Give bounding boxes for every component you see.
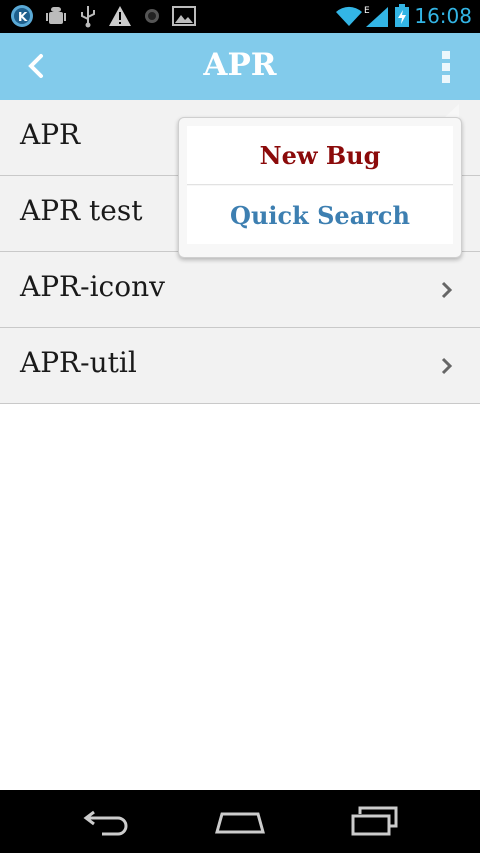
action-bar: APR [0, 33, 480, 100]
page-title: APR [203, 47, 277, 83]
quick-search-menu-item[interactable]: Quick Search [187, 186, 453, 244]
back-icon [83, 810, 128, 836]
battery-charging-icon [394, 4, 410, 27]
popup-menu: New Bug Quick Search [178, 117, 462, 258]
navigation-bar [0, 790, 480, 853]
list-item-label: APR-iconv [20, 270, 165, 303]
list-item[interactable]: APR-util [0, 328, 480, 404]
nav-recent-apps-button[interactable] [350, 806, 400, 836]
warning-icon [108, 5, 132, 27]
popup-tail [444, 104, 459, 118]
chevron-right-icon [441, 357, 453, 375]
list-item[interactable]: APR-iconv [0, 252, 480, 328]
wifi-icon [335, 5, 363, 27]
android-debug-icon [44, 5, 68, 27]
record-icon [143, 5, 161, 27]
network-type-label: E [364, 6, 370, 16]
k-app-icon: K [10, 5, 34, 27]
recent-apps-icon [351, 806, 398, 836]
signal-icon: E [364, 5, 390, 27]
list-item-label: APR-util [20, 346, 137, 379]
image-icon [172, 5, 196, 27]
nav-home-button[interactable] [214, 806, 266, 836]
status-time: 16:08 [414, 4, 472, 28]
chevron-right-icon [441, 281, 453, 299]
home-icon [215, 812, 265, 834]
list-item-label: APR test [20, 194, 143, 227]
list-item-label: APR [20, 118, 81, 151]
overflow-dot [442, 75, 450, 83]
new-bug-menu-item[interactable]: New Bug [187, 126, 453, 185]
overflow-dot [442, 63, 450, 71]
svg-text:K: K [18, 10, 28, 24]
overflow-menu-button[interactable] [432, 49, 462, 85]
usb-icon [78, 5, 98, 28]
status-bar: K E 16:08 [0, 0, 480, 33]
overflow-menu-icon [442, 51, 450, 59]
nav-back-button[interactable] [82, 806, 130, 836]
